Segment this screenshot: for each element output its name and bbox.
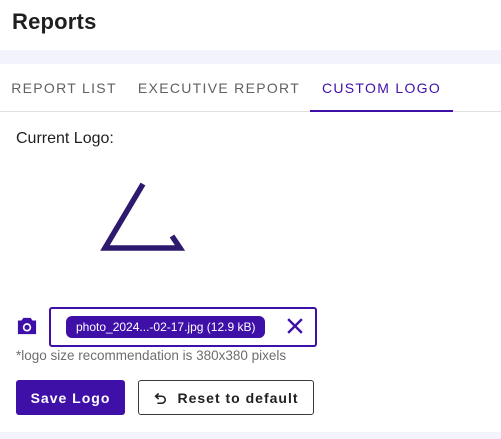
current-logo-label: Current Logo:: [16, 130, 114, 147]
save-logo-button[interactable]: Save Logo: [16, 380, 125, 415]
camera-icon[interactable]: [16, 316, 38, 336]
footer-band: [0, 432, 501, 439]
tab-report-list[interactable]: REPORT LIST: [0, 64, 128, 111]
page-title: Reports: [12, 9, 97, 34]
reset-to-default-label: Reset to default: [177, 389, 299, 406]
header-divider-band: [0, 50, 501, 64]
tab-bar: REPORT LIST EXECUTIVE REPORT CUSTOM LOGO: [0, 64, 501, 112]
selected-file-chip: photo_2024...-02-17.jpg (12.9 kB): [66, 316, 266, 338]
page-header: Reports: [0, 0, 501, 50]
tab-custom-logo[interactable]: CUSTOM LOGO: [310, 64, 453, 112]
save-logo-label: Save Logo: [30, 389, 111, 406]
custom-logo-panel: Current Logo: photo_2024...-02-17.jpg (1…: [0, 112, 501, 432]
reset-to-default-button[interactable]: Reset to default: [138, 380, 314, 415]
logo-file-input[interactable]: photo_2024...-02-17.jpg (12.9 kB): [49, 307, 317, 347]
logo-size-hint: *logo size recommendation is 380x380 pix…: [16, 348, 287, 363]
tab-executive-report[interactable]: EXECUTIVE REPORT: [130, 64, 308, 111]
undo-icon: [154, 392, 167, 404]
current-logo-image: [100, 182, 186, 251]
close-icon[interactable]: [287, 318, 303, 334]
